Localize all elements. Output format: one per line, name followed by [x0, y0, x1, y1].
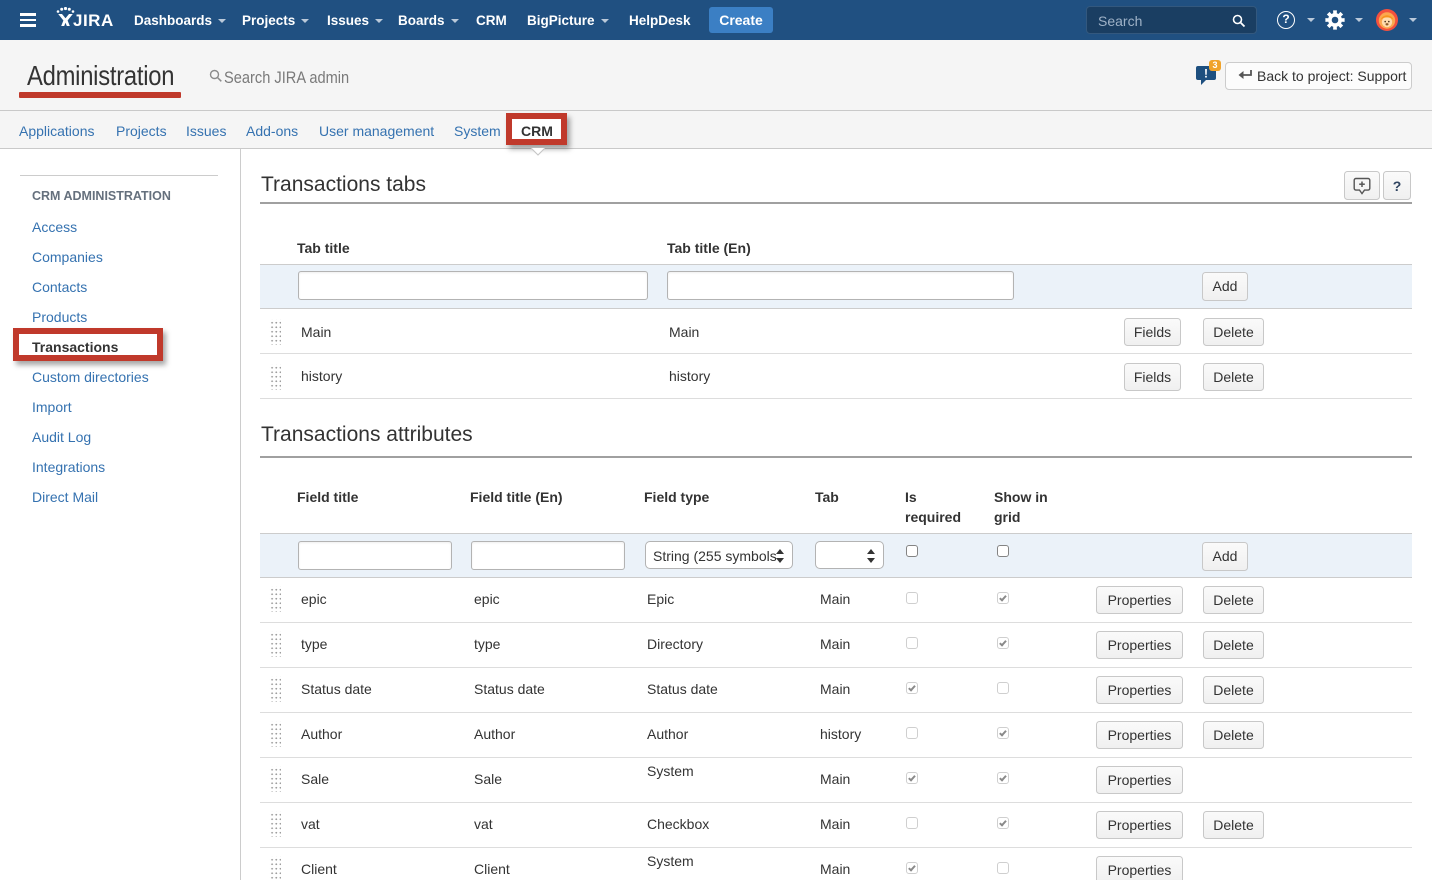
svg-text:!: !	[1204, 67, 1208, 81]
